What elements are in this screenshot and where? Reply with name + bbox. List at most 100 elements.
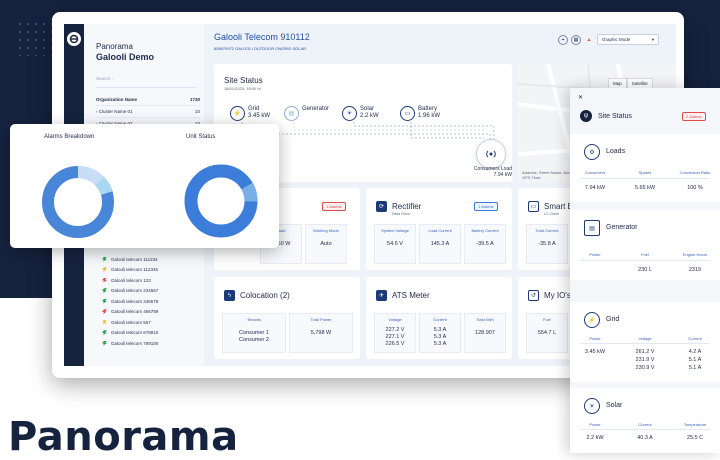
ats-values: Voltage 227.2 V 227.1 V 226.5 V Current 5.… (374, 313, 506, 353)
generator-icon: ▤ (584, 220, 600, 236)
generator-icon: ▤ (284, 106, 299, 121)
generator-title: Generator (606, 224, 638, 231)
alarm-badge[interactable]: 1 Alarms (474, 202, 498, 211)
value-cell: Voltage 227.2 V 227.1 V 226.5 V (374, 313, 416, 353)
site-list-item[interactable]: Galooli telecom 678910 (102, 328, 202, 339)
sidebar-title: Panorama (96, 42, 133, 51)
logo-icon[interactable] (67, 32, 81, 46)
bolt-icon (102, 298, 107, 304)
org-table-header: Organization Name 1730 (96, 94, 200, 106)
consumers-node[interactable] (476, 139, 506, 169)
bolt-icon (102, 340, 107, 346)
generator-label: Generator (302, 106, 330, 112)
solar-node-text: Solar 2.2 kW (360, 106, 379, 119)
grid-headers: Power Voltage Current (589, 336, 702, 341)
tower-icon: ⚡ (230, 106, 245, 121)
value-cell: Fuel 554.7 L (526, 313, 568, 353)
site-list-item[interactable]: Galooli telecom 345678 (102, 296, 202, 307)
alert-icon[interactable]: ▲ (584, 35, 594, 45)
io-icon: ↺ (528, 290, 539, 301)
value-cell: System Voltage 54.6 V (374, 224, 416, 264)
grid-values: 3.45 kW 261.2 V 231.9 V 230.9 V 4.2 A 5.1 … (584, 349, 702, 371)
site-status-panel: ✕ ψ Site Status 2 Alarms ⚙ Loads Consume… (570, 88, 720, 453)
search-input[interactable]: Search... (96, 76, 196, 88)
value-cell: Load Current 145.3 A (419, 224, 461, 264)
divider (580, 178, 710, 179)
cluster-name: › Cluster Name 01 (96, 109, 133, 114)
cluster-count: 10 (194, 109, 200, 114)
site-list-item[interactable]: Galooli telecom 112345 (102, 265, 202, 276)
ats-meter-card[interactable]: ✈ ATS Meter Voltage 227.2 V 227.1 V 226.5… (366, 277, 512, 359)
mode-select-value: Graphic Mode (602, 37, 631, 42)
rectifier-card[interactable]: ⟳ Rectifier Delta Orion 1 Alarms System … (366, 188, 512, 270)
alarms-donut (42, 166, 114, 238)
close-icon[interactable]: ✕ (578, 94, 583, 101)
value-cell: Working Mode Auto (305, 224, 347, 264)
antenna-icon (486, 150, 496, 158)
grid-node-text: Grid 3.45 kW (248, 106, 271, 119)
alarms-breakdown-title: Alarms Breakdown (44, 134, 95, 140)
smart-battery-subtitle: LG Chem (544, 212, 559, 216)
value-cell: Total Power 5,798 W (289, 313, 353, 353)
rectifier-title: Rectifier (392, 202, 422, 211)
cluster-row[interactable]: › Cluster Name 01 10 (96, 106, 200, 118)
rectifier-icon: ⟳ (376, 201, 387, 212)
bolt-icon (102, 277, 107, 283)
loads-title: Loads (606, 148, 626, 155)
generator-node[interactable]: ▤ Generator (284, 106, 329, 121)
plane-icon: ✈ (376, 290, 387, 301)
site-list-item[interactable]: Galooli telecom 123 (102, 275, 202, 286)
battery-node[interactable]: ▭ Battery 1.96 kW (400, 106, 440, 121)
colocation-card[interactable]: ϟ Colocation (2) Tenants Consumer 1 Consu… (214, 277, 360, 359)
chevron-down-icon: ▾ (651, 36, 654, 42)
value-cell: Total kWh 128.907 (464, 313, 506, 353)
rectifier-values: System Voltage 54.6 V Load Current 145.3 A… (374, 224, 506, 264)
colocation-values: Tenants Consumer 1 Consumer 2 Total Power… (222, 313, 353, 353)
panorama-headline: Panorama (8, 414, 239, 460)
loads-values: 7.94 kW 5.65 kW 100 % (584, 185, 703, 191)
battery-icon: ▭ (528, 201, 539, 212)
grid-view-icon[interactable]: ▦ (571, 34, 581, 45)
unit-status-donut (184, 164, 258, 238)
my-io-values: Fuel 554.7 L (526, 313, 568, 353)
value-cell: Total Current -35.8 A (526, 224, 568, 264)
site-list-item[interactable]: Galooli telecom 456789 (102, 307, 202, 318)
location-icon[interactable]: ⌖ (558, 34, 568, 45)
site-list-item[interactable]: Galooli telecom 111234 (102, 254, 202, 265)
solar-values: 2.2 kW 40.3 A 25.5 C (586, 435, 704, 441)
divider (580, 429, 710, 430)
tower-icon: ψ (580, 110, 592, 122)
grid-title: Grid (606, 316, 620, 323)
org-count: 1730 (189, 97, 200, 102)
ats-title: ATS Meter (392, 291, 430, 300)
consumers-text: Consumers Load 7.94 kW (473, 166, 512, 178)
solar-icon: ☀ (584, 398, 600, 414)
battery-node-text: Battery 1.96 kW (418, 106, 441, 119)
bolt-icon: ϟ (224, 290, 235, 301)
map-address: Address: Street Name, Area GPS Time: (522, 170, 572, 180)
gear-icon: ⚙ (584, 144, 600, 160)
loads-headers: Consumers Spares Conversion Ratio (584, 170, 711, 175)
alarm-badge[interactable]: 2 Alarms (682, 112, 706, 121)
colocation-title: Colocation (2) (240, 291, 290, 300)
site-list-item[interactable]: Galooli telecom 234567 (102, 286, 202, 297)
grid-node[interactable]: ⚡ Grid 3.45 kW (230, 106, 270, 121)
site-list-item[interactable]: Galooli telecom 789100 (102, 338, 202, 349)
site-list-item[interactable]: Galooli telecom 567 (102, 317, 202, 328)
bolt-icon (102, 256, 107, 262)
loads-card: ⚙ Loads Consumers Spares Conversion Ratio … (570, 134, 720, 202)
mode-select[interactable]: Graphic Mode ▾ (597, 34, 659, 45)
smart-battery-values: Total Current -35.8 A (526, 224, 568, 264)
org-name-header: Organization Name (96, 97, 138, 102)
divider (580, 343, 710, 344)
site-subtitle: 808970972 GALOOLI OUTDOOR ONGRID SOLAR (214, 46, 307, 51)
bolt-icon (102, 309, 107, 315)
solar-card: ☀ Solar Power Current Temperature 2.2 kW 40… (570, 388, 720, 453)
solar-node[interactable]: ☀ Solar 2.2 kW (342, 106, 379, 121)
solar-title: Solar (606, 402, 623, 409)
divider (580, 260, 710, 261)
header-actions: ⌖ ▦ ▲ Graphic Mode ▾ (558, 34, 659, 45)
site-title: Galooli Telecom 910112 (214, 32, 310, 42)
bolt-icon (102, 288, 107, 294)
alarm-badge[interactable]: 1 Alarms (322, 202, 346, 211)
